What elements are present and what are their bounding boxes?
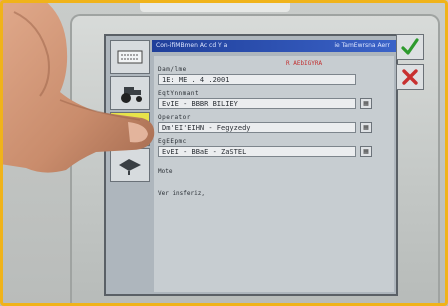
operator-label: Operator — [158, 114, 191, 121]
record-form: R AEbIGYRA Dam/lme 1E: ME . 4 .2001 EqtY… — [154, 56, 394, 292]
terminal-screen: Con-ifiMBmen Ac cd Y a ie TamEwrsna Aerr — [104, 34, 398, 296]
cancel-button[interactable] — [396, 64, 424, 90]
equipment-label: EqtYnnmant — [158, 90, 200, 97]
implement-field[interactable]: EvEI - BBaE - ZaSTEL — [158, 146, 356, 157]
window-title: Con-ifiMBmen Ac cd Y a — [156, 42, 228, 49]
notes-text[interactable]: Ver insferiz, — [158, 190, 205, 197]
operator-field[interactable]: Dm'EI'EIHN - Fegyzedy — [158, 122, 356, 133]
window-title-right: ie TamEwrsna Aerr — [334, 42, 390, 49]
keyboard-icon — [117, 50, 143, 64]
equipment-picker-button[interactable]: ▦ — [360, 98, 372, 109]
sidebar-item-tractor[interactable] — [110, 76, 150, 110]
equipment-field[interactable]: EvIE - BBBR BILIEY — [158, 98, 356, 109]
confirm-button[interactable] — [396, 34, 424, 60]
notes-label: Mote — [158, 168, 173, 175]
sidebar-item-implement[interactable] — [110, 148, 150, 182]
implement-icon — [119, 159, 141, 175]
date-time-label: Dam/lme — [158, 66, 187, 73]
sidebar-item-keyboard[interactable] — [110, 40, 150, 74]
checkmark-icon — [401, 38, 419, 55]
tractor-icon — [121, 87, 142, 103]
implement-picker-button[interactable]: ▦ — [360, 146, 372, 157]
device-top-strip — [140, 0, 290, 12]
implement-label: EgEEpmc — [158, 138, 187, 145]
status-note: R AEbIGYRA — [286, 60, 323, 67]
close-icon — [402, 69, 418, 85]
date-time-field[interactable]: 1E: ME . 4 .2001 — [158, 74, 356, 85]
operator-icon — [123, 120, 137, 138]
window-titlebar: Con-ifiMBmen Ac cd Y a ie TamEwrsna Aerr — [152, 40, 396, 52]
sidebar-item-operator[interactable] — [110, 112, 150, 146]
operator-picker-button[interactable]: ▦ — [360, 122, 372, 133]
